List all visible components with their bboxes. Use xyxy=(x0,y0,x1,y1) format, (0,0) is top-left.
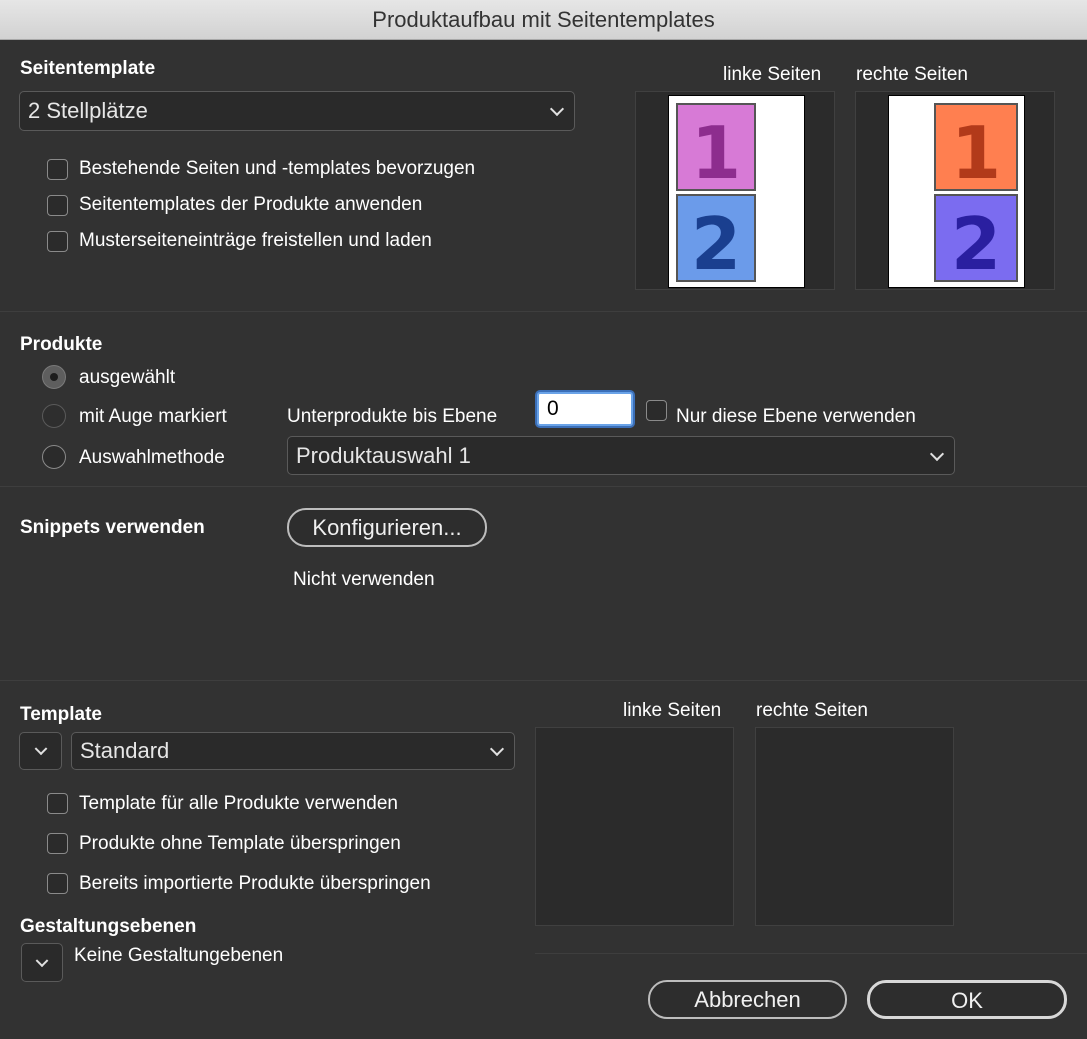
template-dropdown[interactable]: Standard xyxy=(71,732,515,770)
template-preview-left-label: linke Seiten xyxy=(623,700,722,721)
free-master-entries-checkbox[interactable] xyxy=(47,231,68,252)
apply-product-templates-checkbox[interactable] xyxy=(47,195,68,216)
left-slot-1: 1 xyxy=(676,103,756,195)
design-layers-button[interactable] xyxy=(21,943,63,982)
produkte-heading: Produkte xyxy=(20,334,103,355)
preview-left-pages-label: linke Seiten xyxy=(723,64,822,85)
preview-right-pages-label: rechte Seiten xyxy=(856,64,968,85)
only-this-level-checkbox[interactable] xyxy=(646,400,667,421)
divider xyxy=(0,680,1087,681)
sublevel-input[interactable]: 0 xyxy=(537,392,633,426)
skip-no-template-checkbox[interactable] xyxy=(47,833,68,854)
skip-no-template-label: Produkte ohne Template überspringen xyxy=(79,833,401,854)
left-page-preview: 1 2 xyxy=(635,91,835,290)
divider xyxy=(0,486,1087,487)
skip-imported-checkbox[interactable] xyxy=(47,873,68,894)
left-slot-2: 2 xyxy=(676,194,756,286)
divider xyxy=(535,953,1087,954)
slot-number: 1 xyxy=(690,111,742,195)
chevron-down-icon xyxy=(549,101,565,117)
right-slot-1: 1 xyxy=(934,103,1018,195)
skip-imported-label: Bereits importierte Produkte überspringe… xyxy=(79,873,431,894)
chevron-down-icon xyxy=(929,446,945,461)
sublevel-label: Unterprodukte bis Ebene xyxy=(287,406,498,427)
slot-number: 2 xyxy=(690,202,742,286)
design-layers-value: Keine Gestaltungebenen xyxy=(74,945,284,966)
seitentemplate-selected: 2 Stellplätze xyxy=(28,98,148,123)
slot-number: 2 xyxy=(950,202,1002,286)
template-preview-right-label: rechte Seiten xyxy=(756,700,868,721)
ok-button[interactable]: OK xyxy=(867,980,1067,1019)
prefer-existing-pages-label: Bestehende Seiten und -templates bevorzu… xyxy=(79,158,476,179)
slot-number: 1 xyxy=(950,111,1002,195)
radio-selected-products[interactable] xyxy=(42,365,66,389)
radio-selected-products-label: ausgewählt xyxy=(79,367,176,388)
template-right-preview xyxy=(755,727,954,926)
chevron-down-icon xyxy=(34,742,47,756)
cancel-button[interactable]: Abbrechen xyxy=(648,980,847,1019)
divider xyxy=(0,311,1087,312)
right-page-preview: 1 2 xyxy=(855,91,1055,290)
radio-eye-marked-label: mit Auge markiert xyxy=(79,406,227,427)
only-this-level-label: Nur diese Ebene verwenden xyxy=(676,406,916,427)
chevron-down-icon xyxy=(489,741,505,757)
configure-snippets-button[interactable]: Konfigurieren... xyxy=(287,508,487,547)
right-page-sheet: 1 2 xyxy=(888,95,1025,288)
free-master-entries-label: Musterseiteneinträge freistellen und lad… xyxy=(79,230,432,251)
prefer-existing-pages-checkbox[interactable] xyxy=(47,159,68,180)
apply-product-templates-label: Seitentemplates der Produkte anwenden xyxy=(79,194,423,215)
radio-eye-marked[interactable] xyxy=(42,404,66,428)
snippets-heading: Snippets verwenden xyxy=(20,517,205,538)
right-slot-2: 2 xyxy=(934,194,1018,286)
seitentemplate-dropdown[interactable]: 2 Stellplätze xyxy=(19,91,575,131)
snippets-status: Nicht verwenden xyxy=(293,569,435,590)
selection-method-dropdown[interactable]: Produktauswahl 1 xyxy=(287,436,955,475)
radio-selection-method-label: Auswahlmethode xyxy=(79,447,225,468)
selection-method-selected: Produktauswahl 1 xyxy=(296,442,471,468)
template-options-button[interactable] xyxy=(19,732,62,770)
template-heading: Template xyxy=(20,704,103,725)
window-title: Produktaufbau mit Seitentemplates xyxy=(0,0,1087,40)
template-selected: Standard xyxy=(80,738,170,763)
design-layers-heading: Gestaltungsebenen xyxy=(20,916,197,937)
template-left-preview xyxy=(535,727,734,926)
template-all-products-checkbox[interactable] xyxy=(47,793,68,814)
template-all-products-label: Template für alle Produkte verwenden xyxy=(79,793,398,814)
left-page-sheet: 1 2 xyxy=(668,95,805,288)
seitentemplate-heading: Seitentemplate xyxy=(20,58,156,79)
chevron-down-icon xyxy=(35,953,49,967)
radio-selection-method[interactable] xyxy=(42,445,66,469)
